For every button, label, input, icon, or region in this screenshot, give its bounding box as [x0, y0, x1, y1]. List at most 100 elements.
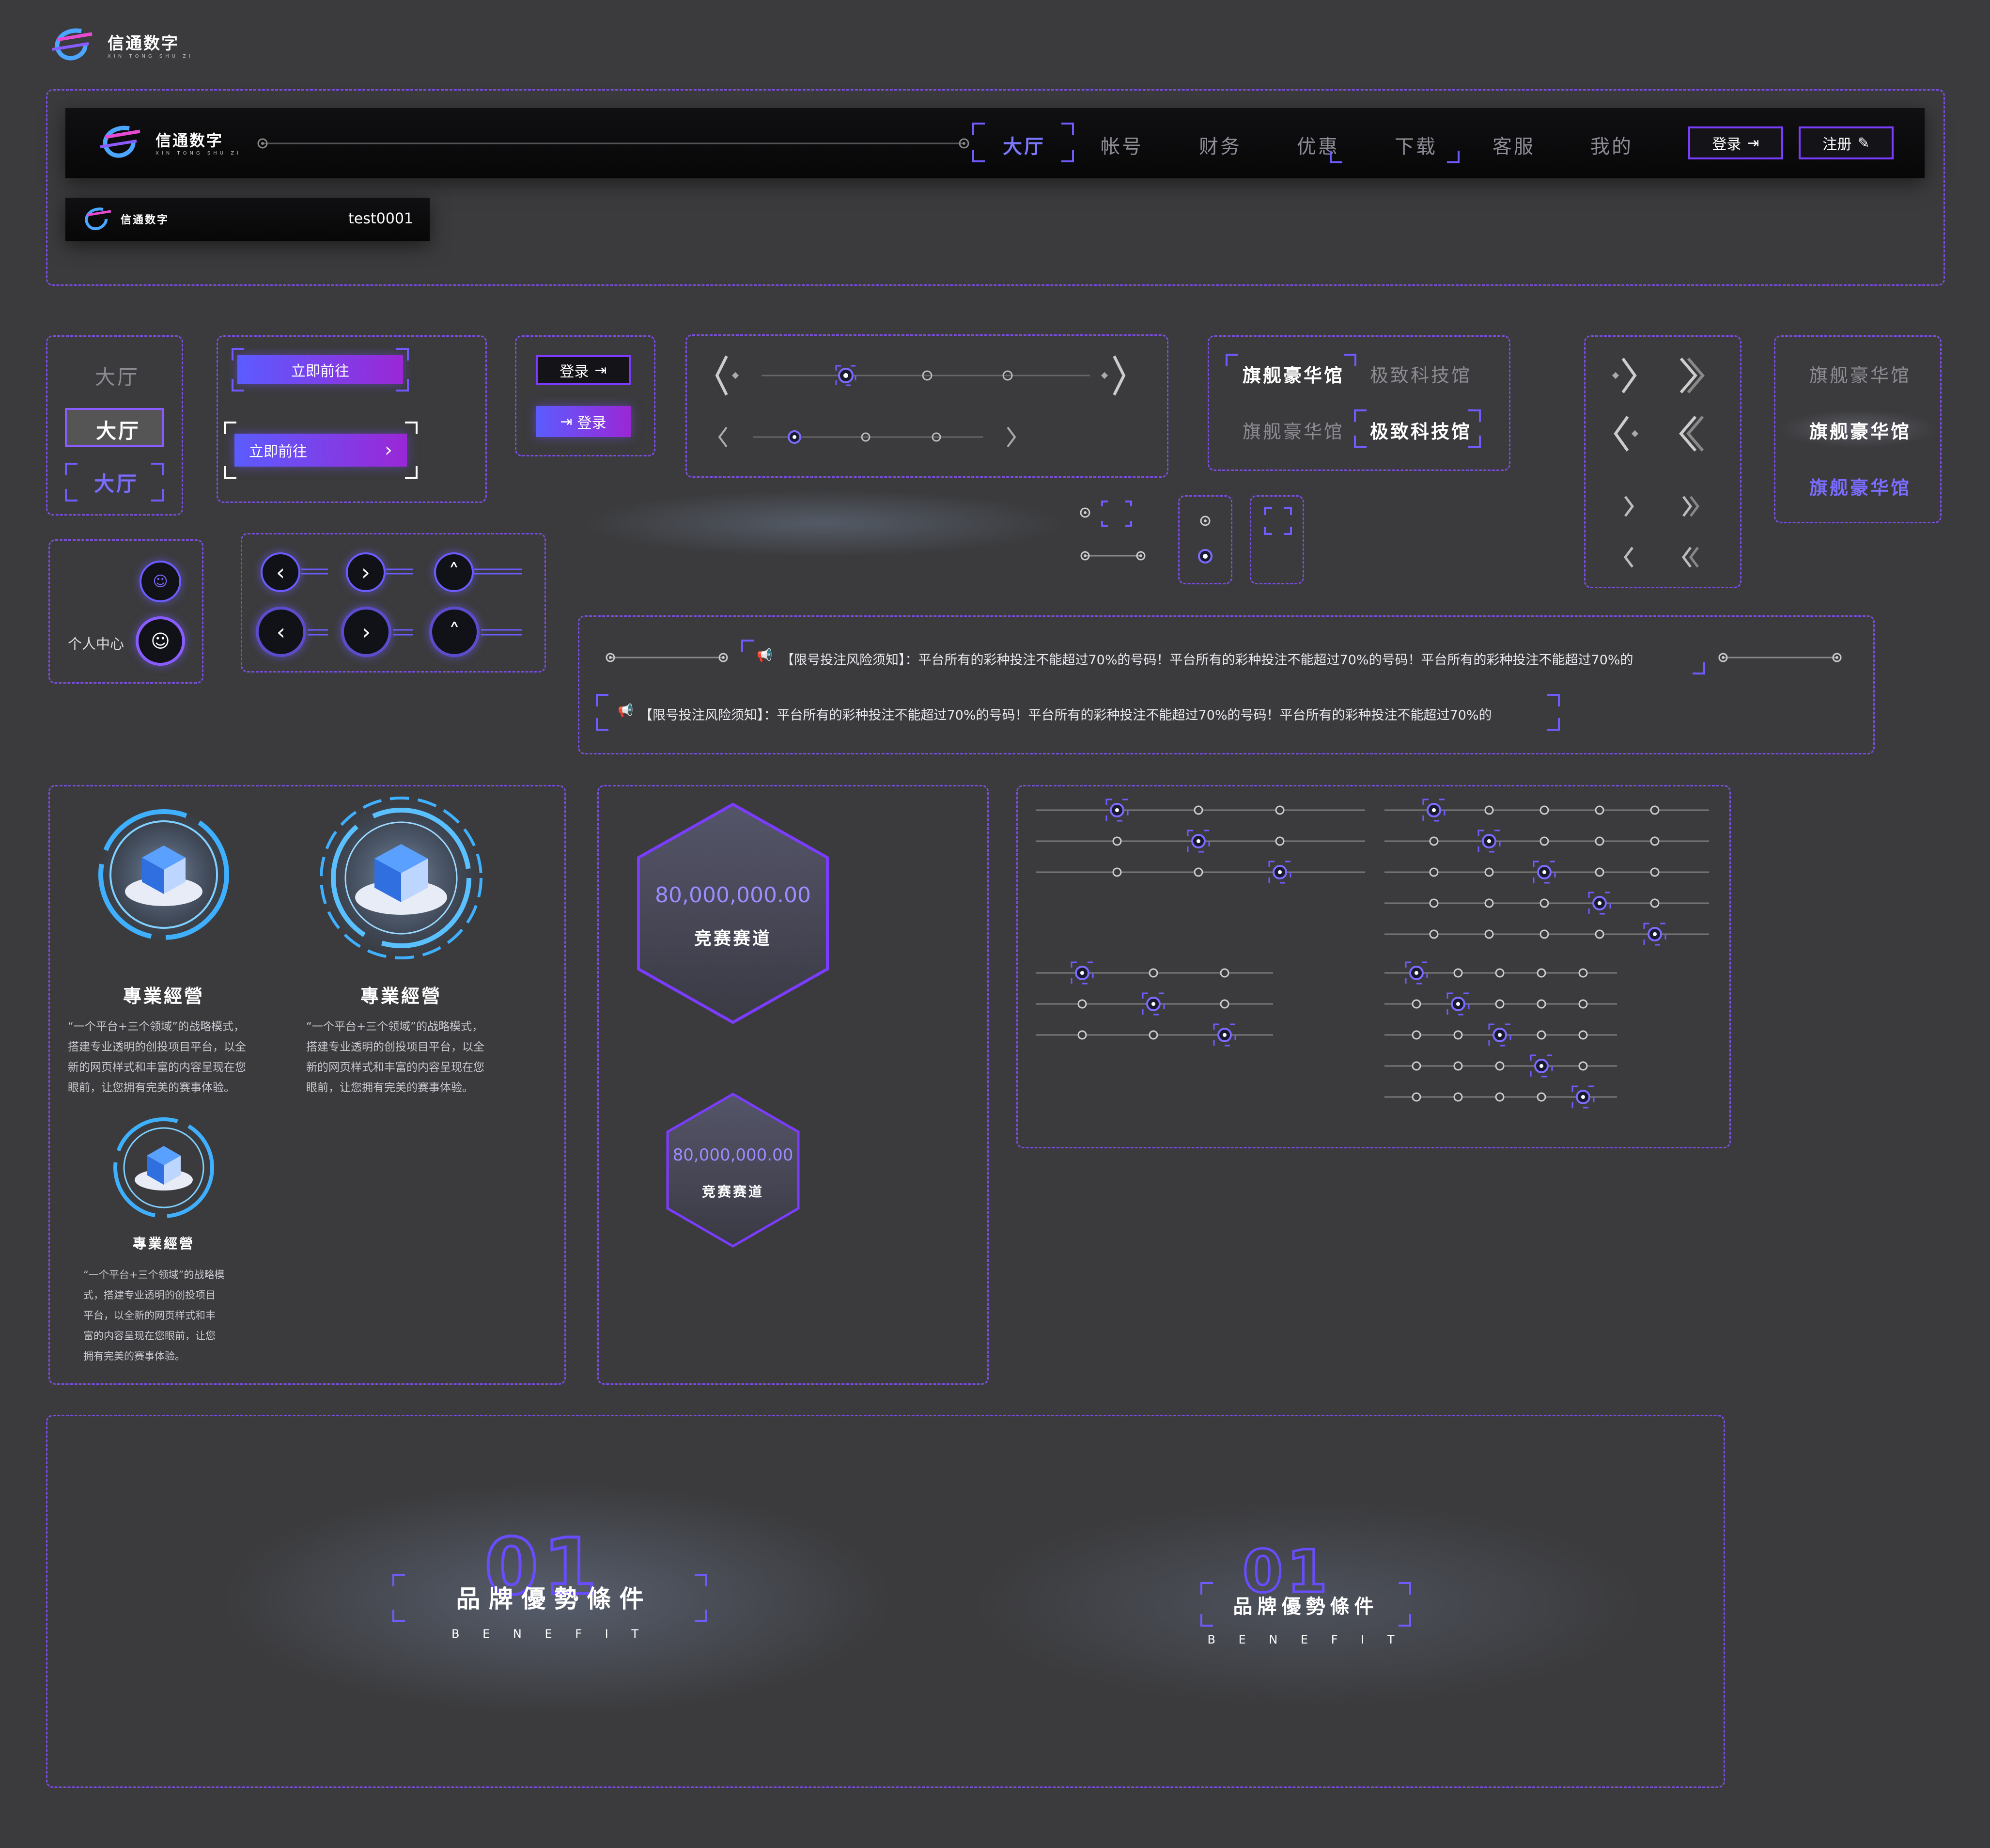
- login-label: 登录: [577, 415, 606, 432]
- venue-tab-flagship[interactable]: 旗舰豪华馆: [1243, 417, 1344, 443]
- step-dot[interactable]: [1429, 836, 1439, 846]
- mini-logo[interactable]: 信通数字: [80, 205, 169, 233]
- avatar-small[interactable]: ☺: [140, 561, 181, 602]
- step-dot[interactable]: [1537, 1030, 1546, 1040]
- step-dot[interactable]: [1484, 867, 1494, 877]
- step-dot[interactable]: [1077, 999, 1087, 1009]
- notice-slider-right: [1718, 653, 1842, 662]
- user-icon: ☺: [151, 630, 170, 652]
- step-dot[interactable]: [1149, 968, 1158, 978]
- arrow-right-icon: [1621, 358, 1637, 393]
- venue-tab-right-active[interactable]: 旗舰豪华馆: [1809, 417, 1911, 443]
- step-dot[interactable]: [1194, 805, 1203, 815]
- step-dot[interactable]: [1112, 867, 1122, 877]
- nav-item-mine[interactable]: 我的: [1590, 131, 1633, 159]
- navbar-logo[interactable]: 信通数字 XIN TONG SHU ZI: [95, 123, 241, 161]
- step-dot[interactable]: [1412, 1030, 1421, 1040]
- mini-bar: 信通数字 test0001: [65, 198, 430, 241]
- hexagon-value: 80,000,000.00: [655, 883, 811, 908]
- step-dot[interactable]: [1539, 805, 1549, 815]
- section-login-buttons: [515, 335, 655, 456]
- feature-desc: “一个平台+三个领域”的战略模 式，搭建专业透明的创投项目 平台，以全新的网页样…: [83, 1265, 258, 1366]
- step-dot-center: [1456, 1002, 1460, 1006]
- feature-desc-line: 拥有完美的赛事体验。: [83, 1350, 185, 1362]
- step-dot[interactable]: [1220, 968, 1229, 978]
- step-dot[interactable]: [1194, 867, 1203, 877]
- step-dot[interactable]: [1453, 1061, 1463, 1071]
- step-dot[interactable]: [1537, 1092, 1546, 1102]
- step-dot-center: [1115, 808, 1119, 812]
- step-dot[interactable]: [1412, 999, 1421, 1009]
- feature-desc: “一个平台+三个领域”的战略模式， 搭建专业透明的创投项目平台，以全 新的网页样…: [306, 1017, 510, 1098]
- register-button[interactable]: 注册 ✎: [1799, 126, 1894, 159]
- step-dot[interactable]: [1149, 1030, 1158, 1040]
- login-button-filled[interactable]: ⇥ 登录: [536, 406, 631, 437]
- step-dot[interactable]: [1495, 968, 1505, 978]
- venue-tab-right-default[interactable]: 旗舰豪华馆: [1809, 360, 1911, 387]
- step-dot[interactable]: [1429, 867, 1439, 877]
- step-dot[interactable]: [1077, 1030, 1087, 1040]
- feature-desc-line: 新的网页样式和丰富的内容呈现在您: [68, 1061, 246, 1074]
- go-button-arrow[interactable]: 立即前往 ›: [234, 434, 407, 467]
- step-dot[interactable]: [1220, 999, 1229, 1009]
- venue-tab-tech-active[interactable]: 极致科技馆: [1370, 417, 1472, 443]
- step-dot[interactable]: [1112, 836, 1122, 846]
- step-dot[interactable]: [1595, 836, 1604, 846]
- step-dot[interactable]: [1539, 929, 1549, 939]
- step-dot[interactable]: [1275, 836, 1285, 846]
- dot-toggle: [1198, 516, 1213, 564]
- step-dot[interactable]: [1429, 898, 1439, 908]
- step-dot[interactable]: [1650, 867, 1660, 877]
- step-dot[interactable]: [1453, 968, 1463, 978]
- nav-item-service[interactable]: 客服: [1492, 131, 1535, 159]
- step-dot[interactable]: [1650, 805, 1660, 815]
- login-icon: ⇥: [594, 361, 607, 379]
- step-dot[interactable]: [1650, 898, 1660, 908]
- step-dot[interactable]: [1537, 999, 1546, 1009]
- step-dot[interactable]: [1578, 1030, 1588, 1040]
- step-dot[interactable]: [1595, 867, 1604, 877]
- go-button[interactable]: 立即前往: [237, 355, 403, 384]
- step-dot[interactable]: [1495, 1061, 1505, 1071]
- nav-item-account[interactable]: 帐号: [1101, 131, 1143, 159]
- step-dot[interactable]: [1650, 836, 1660, 846]
- login-icon: ⇥: [560, 413, 573, 430]
- step-dot[interactable]: [1578, 999, 1588, 1009]
- step-dot[interactable]: [1495, 1092, 1505, 1102]
- benefit-title: 品牌優勢條件: [1233, 1596, 1379, 1618]
- tab-lobby-hover-label: 大厅: [94, 472, 139, 496]
- venue-tab-right-hover[interactable]: 旗舰豪华馆: [1809, 473, 1911, 500]
- tab-lobby-default[interactable]: 大厅: [95, 361, 140, 391]
- venue-tab-tech[interactable]: 极致科技馆: [1370, 360, 1472, 387]
- venue-tab-flagship-active[interactable]: 旗舰豪华馆: [1243, 360, 1344, 387]
- step-dot[interactable]: [1595, 805, 1604, 815]
- step-dot[interactable]: [1495, 999, 1505, 1009]
- login-button[interactable]: 登录 ⇥: [1688, 126, 1783, 159]
- step-dot-center: [1415, 971, 1418, 975]
- step-dot[interactable]: [1539, 836, 1549, 846]
- step-dot[interactable]: [1412, 1061, 1421, 1071]
- step-dot[interactable]: [1484, 898, 1494, 908]
- step-dot[interactable]: [1578, 1061, 1588, 1071]
- avatar-large[interactable]: ☺: [136, 616, 185, 666]
- step-dot[interactable]: [1412, 1092, 1421, 1102]
- step-dot[interactable]: [1595, 929, 1604, 939]
- step-dot[interactable]: [1484, 805, 1494, 815]
- step-dot-center: [1151, 1002, 1155, 1006]
- nav-item-download[interactable]: 下载: [1395, 131, 1437, 159]
- tab-lobby-active[interactable]: 大厅: [65, 408, 164, 447]
- step-dot[interactable]: [1537, 968, 1546, 978]
- step-dot[interactable]: [1275, 805, 1285, 815]
- tab-lobby-hover[interactable]: 大厅: [65, 463, 164, 501]
- step-dot[interactable]: [1429, 929, 1439, 939]
- nav-item-finance[interactable]: 财务: [1199, 131, 1242, 159]
- brand-sub: XIN TONG SHU ZI: [108, 54, 194, 59]
- login-button-outline[interactable]: 登录 ⇥: [536, 355, 631, 385]
- step-dot[interactable]: [1453, 1092, 1463, 1102]
- step-dot[interactable]: [1453, 1030, 1463, 1040]
- step-dot[interactable]: [1578, 968, 1588, 978]
- step-dot[interactable]: [1539, 898, 1549, 908]
- step-sliders: [1036, 799, 1709, 1109]
- step-dot[interactable]: [1484, 929, 1494, 939]
- nav-item-lobby[interactable]: 大厅: [1003, 131, 1045, 159]
